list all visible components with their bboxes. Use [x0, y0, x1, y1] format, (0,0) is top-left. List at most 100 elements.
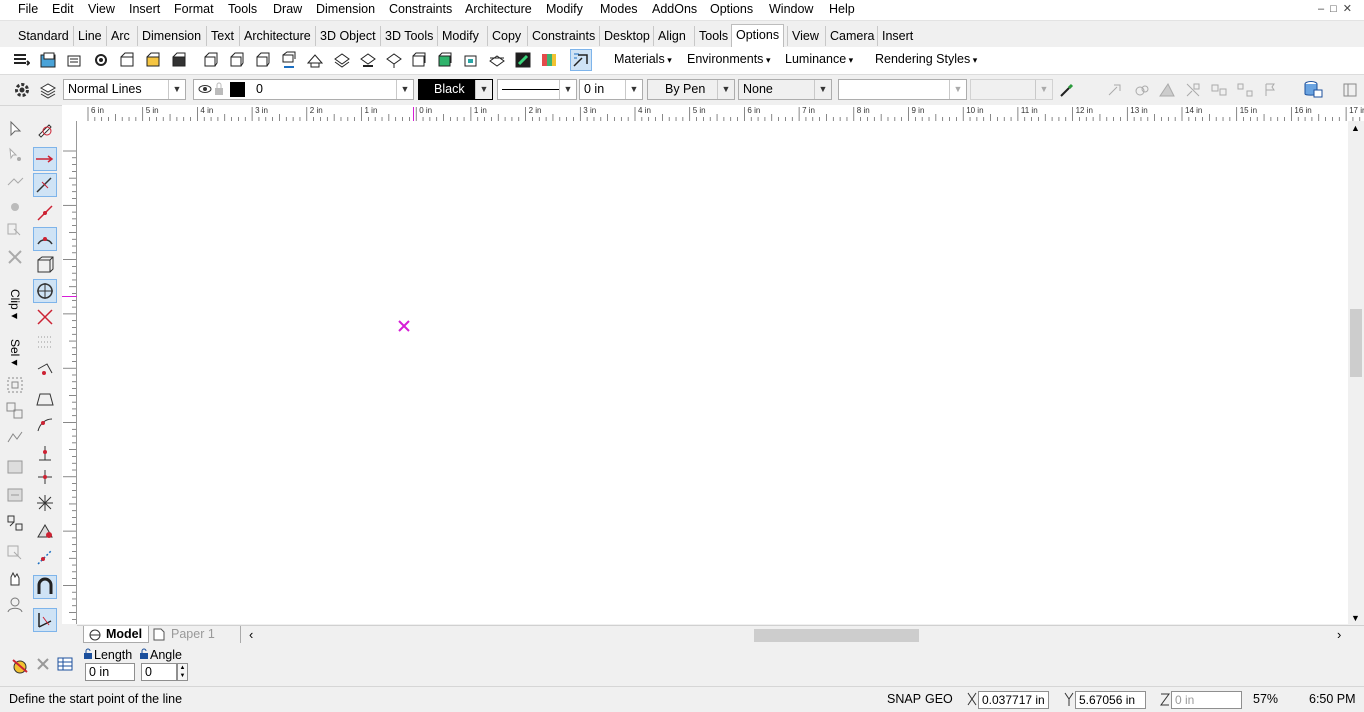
snap-magnet-icon[interactable]: [33, 575, 57, 599]
geo-toggle[interactable]: GEO: [925, 692, 953, 706]
snap-measure-icon[interactable]: [35, 521, 55, 541]
menu-file[interactable]: File: [18, 2, 38, 16]
length-lock-icon[interactable]: [83, 648, 93, 660]
link-icon[interactable]: [1133, 81, 1151, 99]
panels-icon[interactable]: [1342, 82, 1358, 98]
tab-constraints[interactable]: Constraints: [527, 26, 599, 46]
layer-manager-icon[interactable]: [39, 81, 57, 99]
snap-curve-icon[interactable]: [35, 415, 55, 435]
view-front-icon[interactable]: [202, 51, 220, 69]
view-right-icon[interactable]: [254, 51, 272, 69]
ungroup-icon[interactable]: [1236, 81, 1254, 99]
flag-icon[interactable]: [1262, 81, 1280, 99]
tab-dimension[interactable]: Dimension: [137, 26, 205, 46]
menu-format[interactable]: Format: [174, 2, 214, 16]
render-layers-icon[interactable]: [540, 51, 558, 69]
snap-cross-icon[interactable]: [35, 467, 55, 487]
snap-toggle[interactable]: SNAP: [887, 692, 921, 706]
select-palette-label[interactable]: Sel ▾: [8, 339, 22, 379]
render-settings-icon[interactable]: [39, 51, 57, 69]
attach-icon[interactable]: [1106, 81, 1124, 99]
tab-tools[interactable]: Tools: [694, 26, 732, 46]
tab-arc[interactable]: Arc: [106, 26, 134, 46]
y-coordinate-field[interactable]: 5.67056 in: [1075, 691, 1146, 709]
menu-dimension[interactable]: Dimension: [316, 2, 375, 16]
view-teal-icon[interactable]: [462, 51, 480, 69]
angle-lock-icon[interactable]: [139, 648, 149, 660]
snap-tangent-icon[interactable]: [35, 361, 55, 381]
group-icon[interactable]: [1210, 81, 1228, 99]
color-select[interactable]: Black ▼: [418, 79, 493, 100]
user-icon[interactable]: [5, 595, 25, 615]
menu-view[interactable]: View: [88, 2, 115, 16]
tab-options[interactable]: Options: [731, 24, 785, 47]
snap-line-icon[interactable]: [33, 147, 57, 171]
snap-star-icon[interactable]: [35, 493, 55, 513]
tab-copy[interactable]: Copy: [487, 26, 525, 46]
table-icon[interactable]: [57, 657, 73, 671]
z-coordinate-field[interactable]: 0 in: [1171, 691, 1242, 709]
cancel-icon[interactable]: [36, 657, 50, 671]
line-style-select[interactable]: Normal Lines ▼: [63, 79, 186, 100]
menu-modes[interactable]: Modes: [600, 2, 638, 16]
select-cross-icon[interactable]: [5, 401, 25, 421]
snap-ortho-icon[interactable]: [33, 608, 57, 632]
select-all-icon[interactable]: [5, 513, 25, 533]
delete-icon[interactable]: [5, 247, 25, 267]
tab-line[interactable]: Line: [73, 26, 106, 46]
tab-view[interactable]: View: [787, 26, 823, 46]
explode-icon[interactable]: [1184, 81, 1202, 99]
render-mode-icon[interactable]: [488, 51, 506, 69]
menu-draw[interactable]: Draw: [273, 2, 302, 16]
drawing-canvas[interactable]: [77, 121, 1348, 624]
length-field[interactable]: 0 in: [85, 663, 135, 681]
view-top-icon[interactable]: [228, 51, 246, 69]
luminance-dropdown[interactable]: Luminance: [785, 52, 853, 66]
tab-text[interactable]: Text: [206, 26, 238, 46]
shade-icon[interactable]: [1158, 81, 1176, 99]
tab-camera[interactable]: Camera: [825, 26, 878, 46]
tab-standard[interactable]: Standard: [14, 26, 73, 46]
horizontal-scroll-thumb[interactable]: [754, 629, 919, 642]
hatch-select[interactable]: ▼: [838, 79, 967, 100]
view-iso-icon[interactable]: [306, 51, 324, 69]
copy-select-icon[interactable]: [5, 221, 25, 241]
vertical-scrollbar[interactable]: ▲ ▼: [1348, 121, 1364, 624]
layer-select[interactable]: 0 ▼: [193, 79, 414, 100]
path-edit-icon[interactable]: [5, 171, 25, 191]
snap-dotted-line-icon[interactable]: [35, 547, 55, 567]
menu-architecture[interactable]: Architecture: [465, 2, 532, 16]
point-icon[interactable]: [5, 197, 25, 217]
render-dark-icon[interactable]: [170, 51, 188, 69]
render-object-icon[interactable]: [118, 51, 136, 69]
render-gear-icon[interactable]: [92, 51, 110, 69]
materials-dropdown[interactable]: Materials: [614, 52, 672, 66]
select-arrow-icon[interactable]: [5, 119, 25, 139]
snap-pencil-icon[interactable]: [35, 119, 55, 139]
snap-intersection-icon[interactable]: [35, 307, 55, 327]
menu-insert[interactable]: Insert: [129, 2, 160, 16]
snap-midpoint-icon[interactable]: [35, 203, 55, 223]
vertical-scroll-thumb[interactable]: [1350, 309, 1362, 377]
edit-handles-icon[interactable]: [5, 145, 25, 165]
x-coordinate-field[interactable]: 0.037717 in: [978, 691, 1049, 709]
view-axis-icon[interactable]: [410, 51, 428, 69]
menu-window[interactable]: Window: [769, 2, 813, 16]
gear-icon[interactable]: [13, 81, 31, 99]
clip-palette-label[interactable]: Clip ▾: [8, 289, 22, 329]
database-icon[interactable]: [1302, 80, 1324, 100]
tab-3d-tools[interactable]: 3D Tools: [380, 26, 437, 46]
select-similar-icon[interactable]: [5, 543, 25, 563]
snap-trapezoid-icon[interactable]: [35, 389, 55, 409]
view-stack-icon[interactable]: [333, 51, 351, 69]
view-green-icon[interactable]: [436, 51, 454, 69]
snap-render-icon[interactable]: [570, 49, 592, 71]
snap-center-icon[interactable]: [33, 279, 57, 303]
view-perspective-icon[interactable]: [385, 51, 403, 69]
line-width-select[interactable]: 0 in ▼: [579, 79, 643, 100]
view-scale-icon[interactable]: [280, 51, 298, 69]
environments-dropdown[interactable]: Environments: [687, 52, 770, 66]
line-type-select[interactable]: ▼: [497, 79, 577, 100]
paper-tab[interactable]: Paper 1: [149, 626, 241, 643]
menu-modify[interactable]: Modify: [546, 2, 583, 16]
